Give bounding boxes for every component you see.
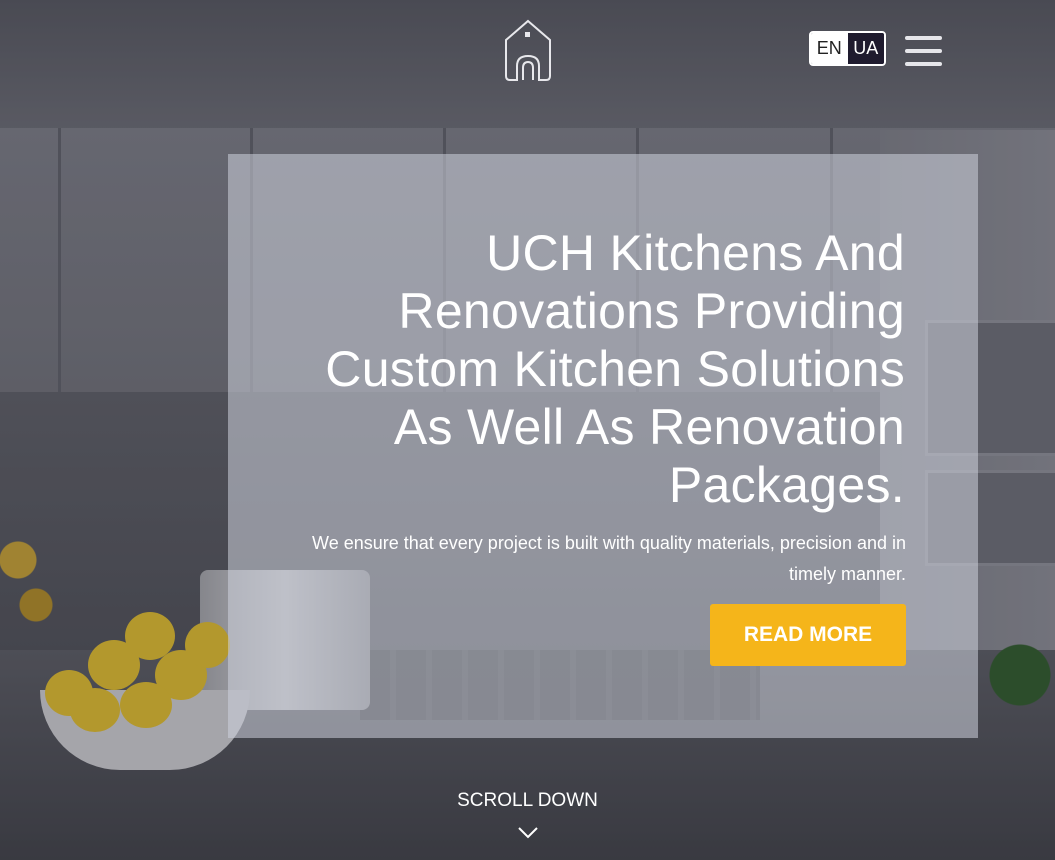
read-more-button[interactable]: READ MORE (710, 604, 906, 666)
language-option-en[interactable]: EN (811, 33, 848, 64)
hero-subtext: We ensure that every project is built wi… (312, 533, 906, 584)
chevron-down-icon[interactable] (517, 826, 539, 840)
hero-headline: UCH Kitchens And Renovations Providing C… (325, 225, 905, 513)
language-switcher[interactable]: EN UA (809, 31, 886, 66)
hamburger-menu-icon[interactable] (905, 36, 942, 66)
scroll-down-label[interactable]: SCROLL DOWN (400, 790, 655, 812)
house-logo-icon[interactable] (501, 18, 555, 84)
language-option-ua[interactable]: UA (847, 33, 884, 64)
